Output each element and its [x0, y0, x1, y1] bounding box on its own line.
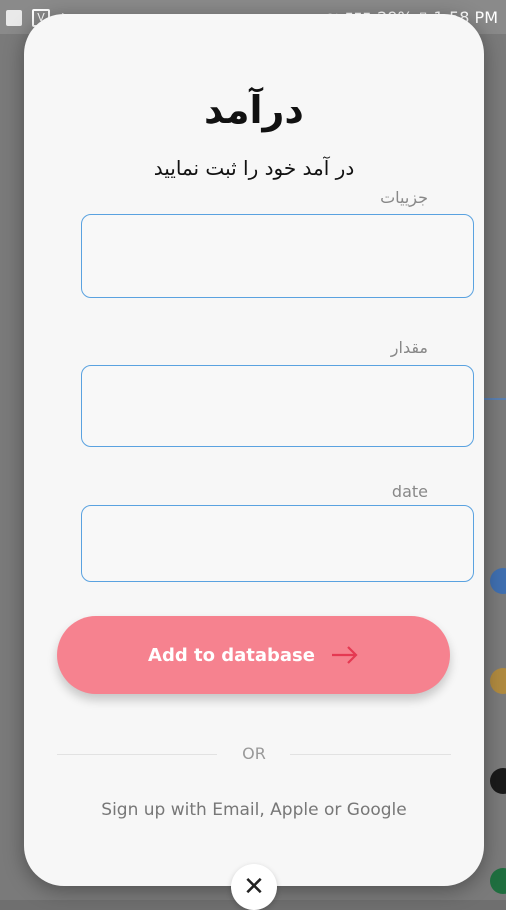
close-button[interactable]: ✕ [231, 864, 277, 910]
details-field[interactable] [81, 214, 474, 298]
divider-right [290, 754, 451, 755]
close-icon: ✕ [243, 872, 265, 902]
date-label: date [391, 482, 428, 501]
add-to-database-label: Add to database [148, 644, 315, 666]
image-icon [6, 9, 22, 26]
details-label: جزییات [380, 188, 428, 207]
amount-label: مقدار [390, 338, 428, 357]
signup-text[interactable]: Sign up with Email, Apple or Google [24, 800, 484, 820]
modal-subtitle: در آمد خود را ثبت نمایید [153, 156, 355, 180]
add-to-database-button[interactable]: Add to database [57, 616, 450, 694]
amount-field[interactable] [81, 365, 474, 447]
modal-title: درآمد [204, 88, 304, 132]
date-field[interactable] [81, 505, 474, 582]
arrow-right-icon [331, 646, 358, 664]
add-income-modal: درآمد در آمد خود را ثبت نمایید جزییات مق… [24, 14, 484, 886]
